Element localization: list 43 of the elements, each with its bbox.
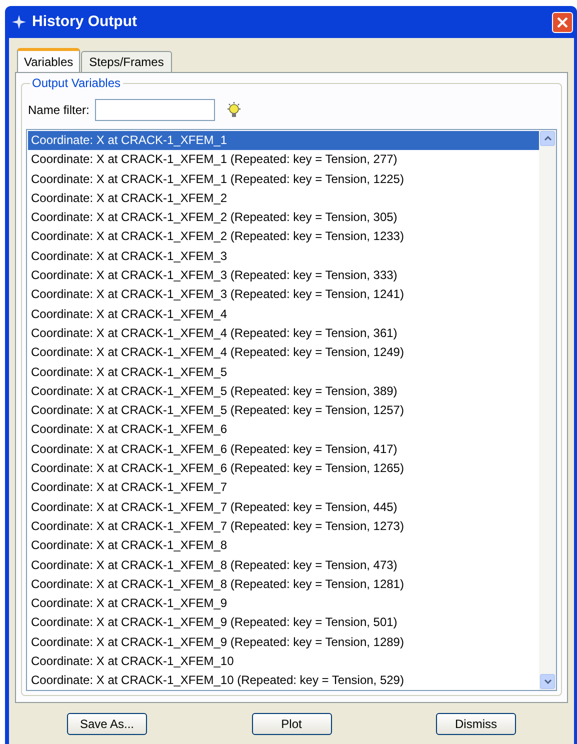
list-item[interactable]: Coordinate: X at CRACK-1_XFEM_6 (Repeated: key = Tension, 1265) [28,459,539,478]
list-item[interactable]: Coordinate: X at CRACK-1_XFEM_3 [28,246,539,266]
tab[interactable]: Steps/Frames [81,51,172,72]
list-item[interactable]: Coordinate: X at CRACK-1_XFEM_4 [28,304,539,324]
list-item[interactable]: Coordinate: X at CRACK-1_XFEM_7 (Repeated: key = Tension, 1273) [28,516,539,536]
list-item[interactable]: Coordinate: X at CRACK-1_XFEM_3 (Repeated: key = Tension, 333) [28,266,539,286]
list-item[interactable]: Coordinate: X at CRACK-1_XFEM_7 [28,478,539,498]
list-item[interactable]: Coordinate: X at CRACK-1_XFEM_1 (Repeated: key = Tension, 1225) [28,170,539,189]
list-item[interactable]: Coordinate: X at CRACK-1_XFEM_8 (Repeated: key = Tension, 1281) [28,574,539,594]
list-item[interactable]: Coordinate: X at CRACK-1_XFEM_5 (Repeated: key = Tension, 389) [28,382,539,402]
name-filter-field[interactable] [95,99,216,121]
list-item[interactable]: Coordinate: X at CRACK-1_XFEM_6 (Repeated: key = Tension, 417) [28,440,539,460]
list-item[interactable]: Coordinate: X at CRACK-1_XFEM_8 (Repeated: key = Tension, 473) [28,556,539,575]
window-title: History Output [32,12,138,32]
close-button[interactable] [552,12,573,32]
list-item[interactable]: Coordinate: X at CRACK-1_XFEM_2 (Repeated: key = Tension, 1233) [28,227,539,247]
list-item[interactable]: Coordinate: X at CRACK-1_XFEM_4 (Repeated: key = Tension, 361) [28,324,539,344]
list-item[interactable]: Coordinate: X at CRACK-1_XFEM_9 (Repeated: key = Tension, 501) [28,613,539,633]
dialog-button[interactable]: Save As... [67,713,147,735]
list-item[interactable]: Coordinate: X at CRACK-1_XFEM_4 (Repeated: key = Tension, 1249) [28,343,539,363]
list-item[interactable]: Coordinate: X at CRACK-1_XFEM_2 [28,188,539,208]
list-item[interactable]: Coordinate: X at CRACK-1_XFEM_8 [28,536,539,556]
list-item[interactable]: Coordinate: X at CRACK-1_XFEM_1 (Repeated: key = Tension, 277) [28,150,539,170]
list-item[interactable]: Coordinate: X at CRACK-1_XFEM_3 (Repeated: key = Tension, 1241) [28,285,539,305]
dialog-button[interactable]: Plot [252,713,332,735]
name-filter-label: Name filter: [28,102,90,119]
list-item[interactable]: Coordinate: X at CRACK-1_XFEM_10 [28,652,539,672]
list-item[interactable]: Coordinate: X at CRACK-1_XFEM_9 [28,594,539,614]
list-item[interactable]: Coordinate: X at CRACK-1_XFEM_5 [28,362,539,382]
list-item[interactable]: Coordinate: X at CRACK-1_XFEM_9 (Repeated: key = Tension, 1289) [28,632,539,652]
group-title: Output Variables [30,76,122,90]
lightbulb-icon [225,101,244,119]
tab[interactable]: Variables [17,48,80,72]
list-item[interactable]: Coordinate: X at CRACK-1_XFEM_2 (Repeated: key = Tension, 305) [28,208,539,228]
list-item[interactable]: Coordinate: X at CRACK-1_XFEM_1 [28,131,539,150]
list-item[interactable]: Coordinate: X at CRACK-1_XFEM_6 [28,420,539,440]
list-item[interactable]: Coordinate: X at CRACK-1_XFEM_10 (Repeated: key = Tension, 529) [28,671,539,690]
dialog-button[interactable]: Dismiss [436,713,516,735]
scroll-up-button[interactable] [540,131,555,146]
list-item[interactable]: Coordinate: X at CRACK-1_XFEM_5 (Repeated: key = Tension, 1257) [28,401,539,420]
scroll-down-button[interactable] [540,674,555,689]
list-item[interactable]: Coordinate: X at CRACK-1_XFEM_7 (Repeated: key = Tension, 445) [28,498,539,517]
close-icon [557,16,568,28]
